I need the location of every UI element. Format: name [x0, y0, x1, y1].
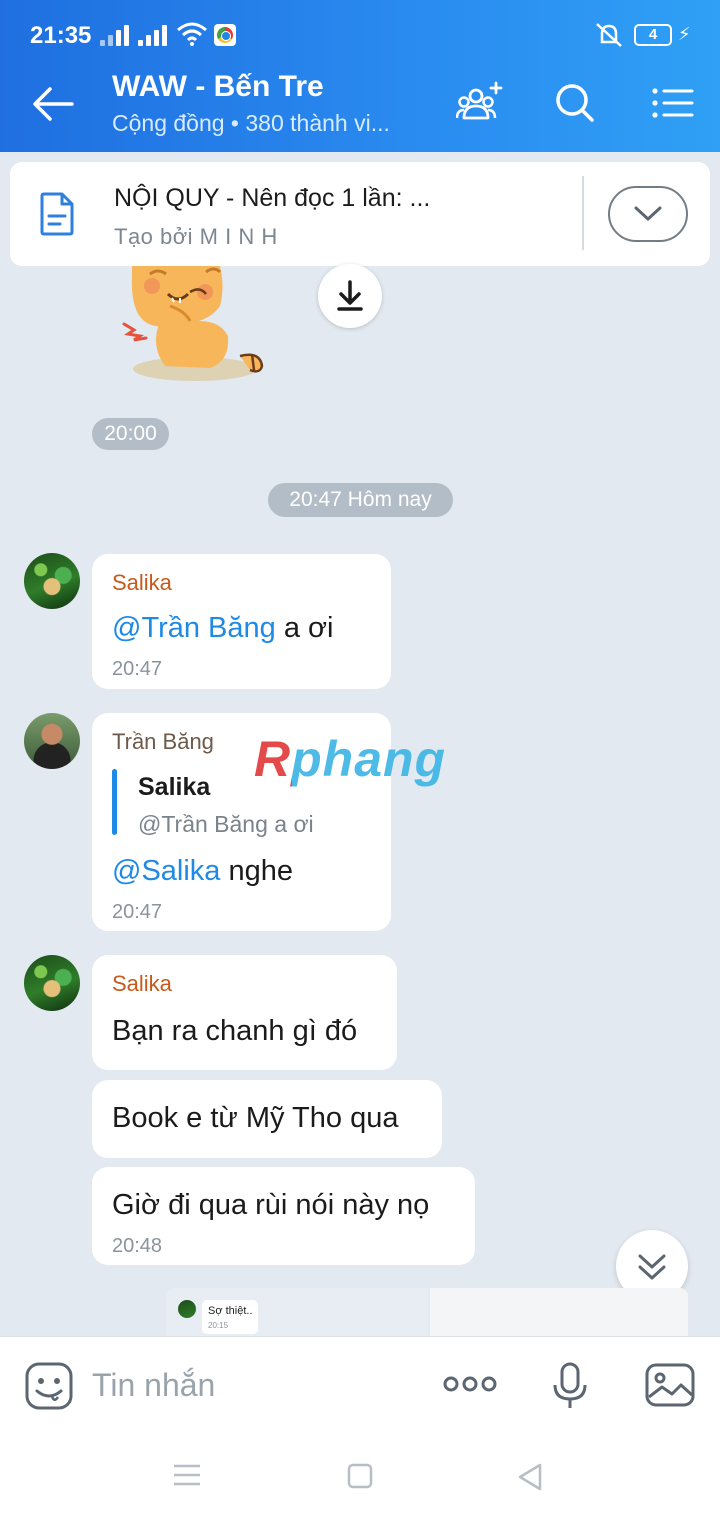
more-options-icon[interactable] [442, 1373, 498, 1395]
mention-link[interactable]: @Salika [112, 855, 220, 887]
menu-list-icon[interactable] [650, 80, 694, 126]
quote-text[interactable]: @Trần Băng a ơi [138, 811, 314, 838]
sender-name[interactable]: Trần Băng [112, 729, 214, 755]
pinned-author: Tạo bởi M I N H [114, 224, 278, 249]
avatar[interactable] [24, 713, 80, 769]
message-time-pill: 20:00 [92, 418, 169, 450]
sender-name[interactable]: Salika [112, 971, 172, 997]
system-nav-bar [0, 1432, 720, 1520]
emoji-sticker-icon[interactable] [24, 1361, 74, 1411]
message-text: Giờ đi qua rùi nói này nọ [112, 1189, 430, 1221]
image-gallery-icon[interactable] [644, 1361, 696, 1409]
pinned-title: NỘI QUY - Nên đọc 1 lần: ... [114, 184, 431, 212]
top-bar: 21:35 4 ⚡ WAW - Bến Tre Cộng đồng • 380 … [0, 0, 720, 152]
message-text-body: a ơi [275, 612, 334, 644]
back-triangle-icon[interactable] [516, 1462, 544, 1492]
divider [582, 176, 584, 250]
watermark-logo: Rphang [254, 731, 447, 787]
expand-pinned-button[interactable] [608, 186, 688, 242]
message-bubble[interactable]: Book e từ Mỹ Tho qua [92, 1080, 442, 1158]
message-text: @Salika nghe [112, 855, 293, 888]
add-member-icon[interactable] [456, 80, 506, 126]
signal-icon [100, 24, 129, 46]
document-icon [40, 192, 74, 236]
back-arrow-icon[interactable] [30, 84, 76, 124]
preview-bubble: Sợ thiệt.. 20:15 [202, 1300, 258, 1334]
signal-icon [138, 24, 167, 46]
preview-text: Sợ thiệt.. [208, 1305, 253, 1317]
preview-image-left: Sợ thiệt.. 20:15 [166, 1288, 428, 1336]
status-bar: 21:35 4 ⚡ [0, 0, 720, 56]
chrome-icon [214, 24, 236, 46]
message-text-body: nghe [220, 855, 294, 887]
message-input[interactable]: Tin nhắn [92, 1367, 215, 1404]
message-bubble[interactable]: Salika @Trần Băng a ơi 20:47 [92, 554, 391, 689]
avatar [178, 1300, 196, 1318]
avatar[interactable] [24, 955, 80, 1011]
preview-image-right [430, 1288, 688, 1336]
search-icon[interactable] [554, 80, 596, 126]
preview-time: 20:15 [208, 1321, 229, 1330]
cat-sticker[interactable] [110, 266, 280, 386]
charging-icon: ⚡ [678, 24, 691, 44]
message-time: 20:47 [112, 658, 163, 680]
group-title[interactable]: WAW - Bến Tre [112, 70, 324, 104]
mention-link[interactable]: @Trần Băng [112, 612, 276, 644]
wifi-icon [177, 22, 207, 46]
chat-header: WAW - Bến Tre Cộng đồng • 380 thành vi..… [0, 56, 720, 152]
battery-indicator: 4 [634, 24, 672, 46]
home-icon[interactable] [346, 1462, 374, 1490]
quote-bar [112, 769, 117, 835]
message-text: @Trần Băng a ơi [112, 612, 333, 645]
message-time: 20:48 [112, 1235, 163, 1257]
message-text: Book e từ Mỹ Tho qua [112, 1102, 399, 1134]
status-time: 21:35 [30, 22, 92, 49]
message-time: 20:47 [112, 901, 163, 923]
microphone-icon[interactable] [550, 1361, 590, 1411]
date-separator: 20:47 Hôm nay [268, 483, 453, 517]
recents-menu-icon[interactable] [172, 1462, 202, 1488]
mute-icon [596, 23, 622, 47]
quote-sender[interactable]: Salika [138, 773, 210, 802]
pinned-note[interactable]: NỘI QUY - Nên đọc 1 lần: ... Tạo bởi M I… [10, 162, 710, 266]
message-bubble[interactable]: Giờ đi qua rùi nói này nọ 20:48 [92, 1167, 475, 1265]
group-subtitle: Cộng đồng • 380 thành vi... [112, 110, 390, 136]
message-input-bar: Tin nhắn [0, 1336, 720, 1432]
sender-name[interactable]: Salika [112, 570, 172, 596]
avatar[interactable] [24, 553, 80, 609]
message-text: Bạn ra chanh gì đó [112, 1015, 358, 1047]
chevron-down-icon [634, 206, 662, 221]
image-message-preview[interactable]: Sợ thiệt.. 20:15 [166, 1288, 688, 1336]
message-bubble[interactable]: Salika Bạn ra chanh gì đó [92, 955, 397, 1070]
download-icon [337, 280, 363, 311]
download-button[interactable] [318, 264, 382, 328]
